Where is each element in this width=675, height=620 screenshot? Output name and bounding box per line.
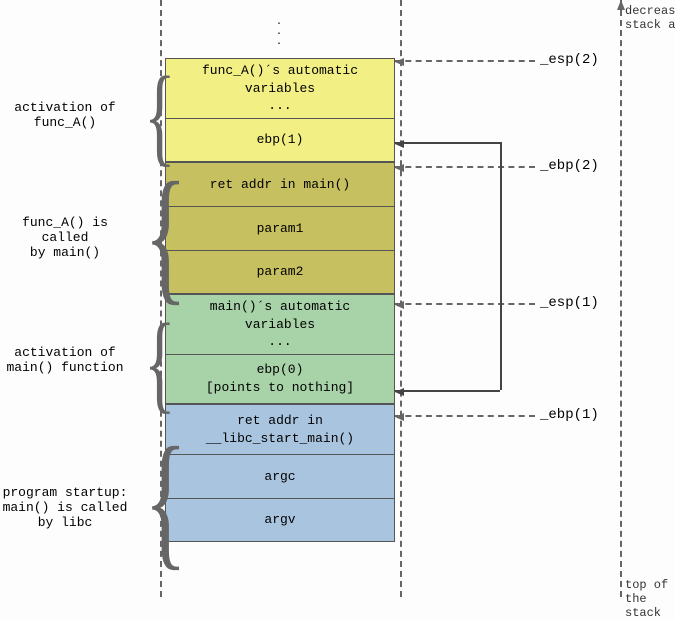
label-activation-funcA: activation of func_A() <box>0 100 130 130</box>
stack-column: ... func_A()´s automatic variables ... e… <box>165 10 395 542</box>
stack-ellipsis-top: ... <box>165 18 395 48</box>
tag-ebp1: _ebp(1) <box>540 407 599 423</box>
cell-ebp1: ebp(1) <box>165 118 395 162</box>
frame-main-activation: main()´s automatic variables ... ebp(0) … <box>165 294 395 404</box>
cell-param1: param1 <box>165 206 395 250</box>
ptr-ebp2 <box>395 166 535 168</box>
tag-ebp2: _ebp(2) <box>540 158 599 174</box>
tag-esp1: _esp(1) <box>540 295 599 311</box>
ebp-chain-1a <box>395 142 500 144</box>
stack-right-edge <box>400 0 402 597</box>
cell-param2: param2 <box>165 250 395 294</box>
cell-ebp0: ebp(0) [points to nothing] <box>165 354 395 404</box>
label-funcA-called: func_A() is called by main() <box>0 215 130 260</box>
label-activation-main: activation of main() function <box>0 345 130 375</box>
cell-ret-main: ret addr in main() <box>165 162 395 206</box>
tag-esp2: _esp(2) <box>540 52 599 68</box>
stack-left-edge <box>160 0 162 597</box>
ebp-chain-1c <box>395 390 500 392</box>
cell-argc: argc <box>165 454 395 498</box>
cell-funcA-autovars: func_A()´s automatic variables ... <box>165 58 395 118</box>
ptr-esp1 <box>395 303 535 305</box>
note-top-of-stack: top of the stack <box>625 578 675 620</box>
address-axis <box>620 0 622 597</box>
frame-program-startup: ret addr in __libc_start_main() argc arg… <box>165 404 395 542</box>
note-decreasing: decreasing stack addresses <box>625 4 675 32</box>
cell-main-autovars: main()´s automatic variables ... <box>165 294 395 354</box>
cell-argv: argv <box>165 498 395 542</box>
ebp-chain-1b <box>500 142 502 390</box>
cell-ret-libc: ret addr in __libc_start_main() <box>165 404 395 454</box>
ptr-esp2 <box>395 60 535 62</box>
label-program-startup: program startup: main() is called by lib… <box>0 485 130 530</box>
frame-funcA-call: ret addr in main() param1 param2 <box>165 162 395 294</box>
frame-func_A-activation: func_A()´s automatic variables ... ebp(1… <box>165 58 395 162</box>
ptr-ebp1 <box>395 415 535 417</box>
